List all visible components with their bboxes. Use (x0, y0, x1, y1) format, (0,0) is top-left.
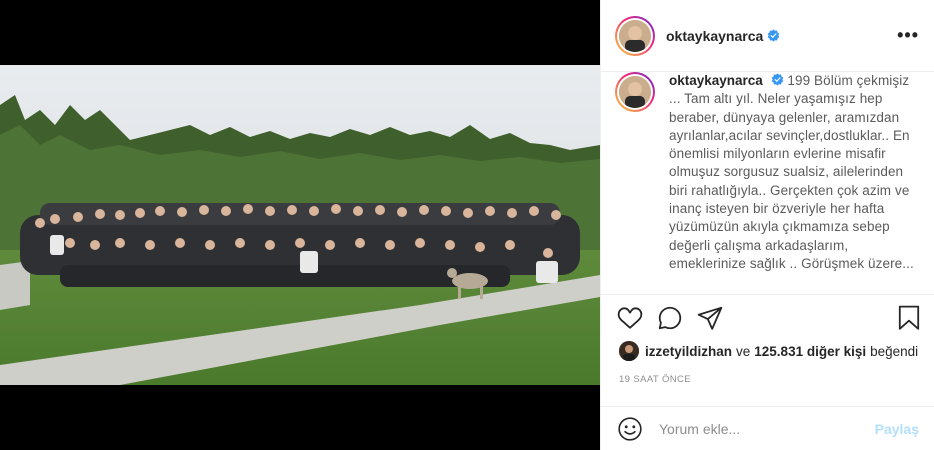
group-photo-image (0, 65, 600, 385)
caption-verified-badge-icon (771, 73, 783, 86)
heart-icon[interactable] (617, 305, 643, 331)
post-header: oktaykaynarca ••• (601, 0, 934, 72)
likes-suffix: beğendi (870, 343, 919, 359)
caption-section: oktaykaynarca 199 Bölüm çekmişiz ... Tam… (601, 72, 934, 294)
comment-input[interactable] (659, 421, 859, 437)
post-timestamp[interactable]: 19 SAAT ÖNCE (619, 374, 691, 385)
caption-author-avatar[interactable] (615, 72, 655, 112)
post-comment-button[interactable]: Paylaş (875, 421, 919, 437)
post-details-panel: oktaykaynarca ••• oktaykaynarca 199 Bölü… (600, 0, 934, 450)
liker-avatar[interactable] (619, 341, 639, 361)
caption-text: oktaykaynarca 199 Bölüm çekmişiz ... Tam… (669, 72, 919, 273)
likes-conjunction: ve (736, 343, 751, 359)
comment-icon[interactable] (657, 305, 683, 331)
group-photo[interactable] (0, 65, 600, 385)
caption-username[interactable]: oktaykaynarca (669, 73, 763, 88)
post-media (0, 0, 600, 450)
verified-badge-icon (767, 29, 780, 42)
author-username[interactable]: oktaykaynarca (666, 28, 763, 44)
liker-username[interactable]: izzetyildizhan (645, 344, 732, 359)
caption-body: 199 Bölüm çekmişiz ... Tam altı yıl. Nel… (669, 73, 914, 271)
paper-plane-icon[interactable] (697, 305, 723, 331)
author-avatar-image (619, 19, 651, 52)
bookmark-icon[interactable] (897, 305, 921, 331)
caption-avatar-image (619, 76, 651, 108)
smiley-icon[interactable] (617, 416, 643, 442)
author-avatar[interactable] (615, 15, 655, 56)
post-actions: izzetyildizhan ve 125.831 diğer kişi beğ… (601, 294, 934, 450)
more-options-icon[interactable]: ••• (897, 26, 919, 44)
likes-count[interactable]: 125.831 diğer kişi (754, 344, 866, 359)
likes-summary: izzetyildizhan ve 125.831 diğer kişi beğ… (619, 341, 922, 361)
comment-box: Paylaş (601, 406, 934, 450)
